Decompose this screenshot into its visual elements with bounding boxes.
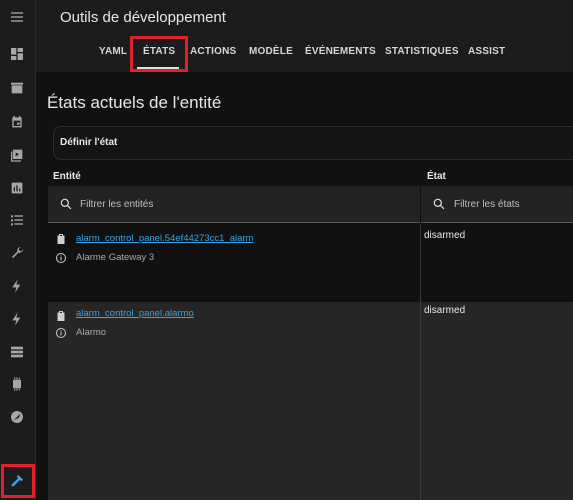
server-icon[interactable] bbox=[6, 341, 28, 363]
hacs-icon[interactable] bbox=[6, 77, 28, 99]
info-icon[interactable] bbox=[55, 326, 67, 338]
media-icon[interactable] bbox=[6, 144, 28, 166]
compass-icon[interactable] bbox=[6, 406, 28, 428]
wrench-icon[interactable] bbox=[6, 242, 28, 264]
table-row bbox=[48, 302, 573, 500]
chip-icon[interactable] bbox=[6, 373, 28, 395]
calendar-icon[interactable] bbox=[6, 111, 28, 133]
entity-state-value: disarmed bbox=[424, 305, 466, 316]
state-filter-input[interactable]: Filtrer les états bbox=[421, 186, 573, 223]
info-icon[interactable] bbox=[55, 251, 67, 263]
tab-yaml[interactable]: YAML bbox=[99, 46, 127, 57]
column-header-state[interactable]: État bbox=[427, 171, 446, 182]
copy-entity-id-icon[interactable] bbox=[55, 309, 67, 321]
entity-id-link[interactable]: alarm_control_panel.54ef44273cc1_alarm bbox=[76, 233, 253, 244]
copy-entity-id-icon[interactable] bbox=[55, 232, 67, 244]
entity-friendly-name: Alarmo bbox=[76, 327, 107, 338]
page-header-title: Outils de développement bbox=[60, 9, 226, 26]
state-filter-placeholder: Filtrer les états bbox=[454, 199, 520, 210]
tab-highlight-box bbox=[130, 36, 188, 72]
energy-icon-2[interactable] bbox=[6, 308, 28, 330]
tab-statistics[interactable]: STATISTIQUES bbox=[385, 46, 459, 57]
search-icon bbox=[432, 197, 446, 211]
tab-events[interactable]: ÉVÉNEMENTS bbox=[305, 46, 376, 57]
column-header-entity[interactable]: Entité bbox=[53, 171, 81, 182]
search-icon bbox=[59, 197, 73, 211]
column-divider bbox=[420, 224, 421, 500]
tab-assist[interactable]: ASSIST bbox=[468, 46, 505, 57]
dashboard-icon[interactable] bbox=[6, 43, 28, 65]
entity-state-value: disarmed bbox=[424, 230, 466, 241]
page-title: États actuels de l'entité bbox=[47, 93, 222, 112]
entity-filter-input[interactable]: Filtrer les entités bbox=[48, 186, 420, 223]
app-header: Outils de développement YAML ÉTATS ACTIO… bbox=[36, 0, 573, 72]
set-state-card[interactable]: Définir l'état bbox=[53, 126, 573, 160]
developer-tools-icon[interactable] bbox=[6, 470, 28, 492]
entity-id-link[interactable]: alarm_control_panel.alarmo bbox=[76, 308, 194, 319]
entity-filter-placeholder: Filtrer les entités bbox=[80, 199, 154, 210]
todo-list-icon[interactable] bbox=[6, 209, 28, 231]
entity-friendly-name: Alarme Gateway 3 bbox=[76, 252, 155, 263]
sidebar bbox=[0, 0, 36, 500]
history-icon[interactable] bbox=[6, 177, 28, 199]
set-state-label: Définir l'état bbox=[60, 137, 118, 148]
energy-icon[interactable] bbox=[6, 275, 28, 297]
menu-icon[interactable] bbox=[6, 6, 28, 28]
tab-actions[interactable]: ACTIONS bbox=[190, 46, 236, 57]
tab-template[interactable]: MODÈLE bbox=[249, 46, 293, 57]
